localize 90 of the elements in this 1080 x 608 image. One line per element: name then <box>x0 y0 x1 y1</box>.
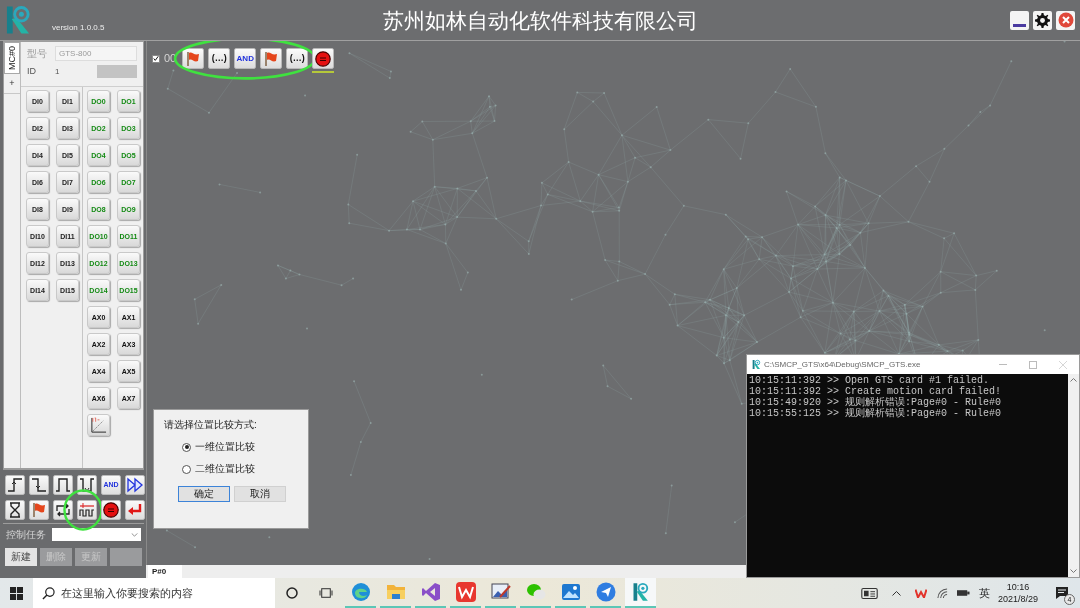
check-icon <box>153 55 159 62</box>
rule-element[interactable] <box>312 48 335 69</box>
stop-icon <box>315 50 332 67</box>
folder-icon <box>385 582 406 602</box>
hourglass-icon <box>7 502 23 518</box>
battery-icon <box>956 589 970 597</box>
minimize-icon <box>1013 23 1026 27</box>
page-tab[interactable]: P#0 <box>148 565 182 578</box>
tool-button[interactable] <box>5 500 25 520</box>
message-icon <box>1055 586 1069 600</box>
windows-logo-icon <box>10 586 23 600</box>
tool-button[interactable] <box>125 475 145 495</box>
settings-icon <box>1035 12 1050 28</box>
app-title: 苏州如林自动化软件科技有限公司 <box>382 9 698 31</box>
picture-icon <box>560 582 581 602</box>
browser-icon <box>350 582 371 602</box>
loop-arrows-icon <box>55 502 71 518</box>
scrollbar[interactable] <box>1068 374 1079 577</box>
task-button[interactable]: 新建 <box>5 548 37 566</box>
tool-button[interactable] <box>101 500 121 520</box>
ramp-chart-button[interactable] <box>87 414 110 436</box>
rule-element[interactable]: (…) <box>208 48 231 69</box>
clock[interactable]: 10:16 2021/8/29 <box>997 582 1038 604</box>
console-line: 10:15:55:125 >> 规则解析错误:Page#0 - Rule#0 <box>749 408 1003 419</box>
id-value: 1 <box>55 67 61 76</box>
console-line: 10:15:11:392 >> Create motion card failed! <box>749 386 1003 397</box>
model-label: 型号 <box>27 48 48 59</box>
chevron-up-icon <box>891 590 901 596</box>
card-tab[interactable]: MC#0 <box>4 42 20 74</box>
flag-icon <box>263 50 280 67</box>
dialog-prompt: 请选择位置比较方式: <box>164 420 258 430</box>
wifi-icon <box>936 587 948 599</box>
low-pulse-icon <box>79 477 95 493</box>
tool-button[interactable] <box>29 475 49 495</box>
search-icon <box>42 586 55 600</box>
console-line: 10:15:49:920 >> 规则解析错误:Page#0 - Rule#0 <box>749 397 1003 408</box>
id-label: ID <box>27 67 37 76</box>
rule-element[interactable]: AND <box>234 48 257 69</box>
logo-icon <box>5 4 32 36</box>
radio-button[interactable] <box>182 464 191 474</box>
ring-icon <box>286 587 298 599</box>
w-logo-icon <box>455 582 476 602</box>
close-icon <box>1057 12 1074 28</box>
chat-bubbles-icon <box>525 582 546 602</box>
task-view-icon <box>319 587 333 599</box>
radio-label: 一维位置比较 <box>195 442 255 452</box>
high-pulse-icon <box>55 477 71 493</box>
console-title: C:\SMCP_GTS\x64\Debug\SMCP_GTS.exe <box>764 360 922 369</box>
scroll-up-icon <box>1070 378 1077 382</box>
dialog-button[interactable]: 取消 <box>234 486 286 502</box>
minimize-icon <box>999 364 1007 365</box>
tool-button[interactable] <box>5 475 25 495</box>
compare-wave-icon <box>79 502 95 518</box>
stop-icon <box>103 502 119 518</box>
rule-element[interactable]: (…) <box>286 48 309 69</box>
radio-button[interactable] <box>182 442 191 452</box>
card-tab[interactable]: + <box>4 74 20 94</box>
tool-button[interactable] <box>77 500 97 520</box>
maximize-icon <box>1029 360 1037 369</box>
scroll-down-icon <box>1070 569 1077 573</box>
task-label: 控制任务 <box>6 529 46 540</box>
minimize-button[interactable] <box>1010 10 1029 30</box>
taskbar-app[interactable] <box>625 578 656 606</box>
readonly-field <box>97 65 137 78</box>
close-icon <box>1059 360 1067 369</box>
settings-button[interactable] <box>1033 10 1052 30</box>
radio-label: 二维位置比较 <box>195 464 255 474</box>
painting-icon <box>490 582 511 602</box>
infinity-logo-icon <box>420 582 441 602</box>
flag-icon <box>31 502 47 518</box>
model-field: GTS-800 <box>55 46 137 61</box>
ramp-chart-icon <box>90 416 107 434</box>
paper-plane-icon <box>595 582 616 602</box>
fast-forward-icon <box>127 477 143 493</box>
tool-button[interactable] <box>53 475 73 495</box>
console-line: 10:15:11:392 >> Open GTS card #1 failed. <box>749 375 991 386</box>
return-arrow-icon <box>127 502 143 518</box>
w-logo-icon <box>914 588 927 598</box>
logo-icon <box>752 359 761 370</box>
input-language[interactable]: 英 <box>978 587 990 599</box>
rule-checkbox[interactable] <box>152 54 160 63</box>
news-icon <box>860 587 878 599</box>
rising-edge-icon <box>7 477 23 493</box>
search-field[interactable]: 在这里输入你要搜索的内容 <box>33 578 275 608</box>
dialog-button[interactable]: 确定 <box>178 486 230 502</box>
flag-icon <box>185 50 202 67</box>
chevron-down-icon <box>131 532 138 537</box>
version-label: version 1.0.0.5 <box>52 22 105 34</box>
falling-edge-icon <box>31 477 47 493</box>
close-button[interactable] <box>1056 10 1075 30</box>
